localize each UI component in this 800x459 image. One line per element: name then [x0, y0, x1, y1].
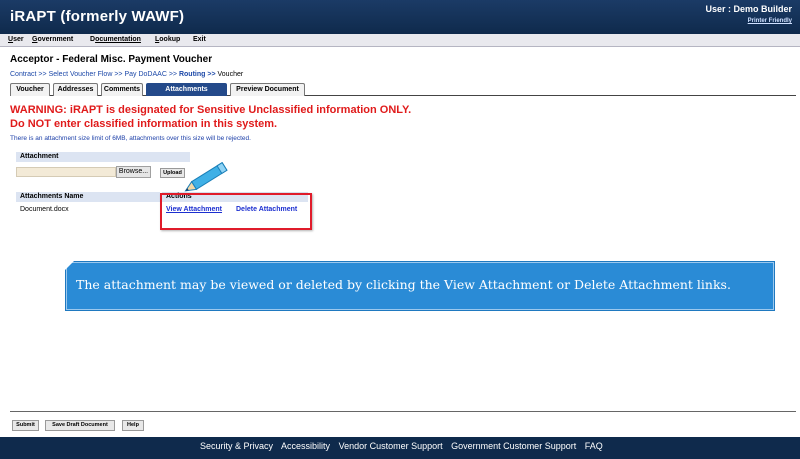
callout-text: The attachment may be viewed or deleted … [76, 277, 731, 292]
tutorial-callout: The attachment may be viewed or deleted … [65, 261, 775, 311]
browse-button[interactable]: Browse... [116, 166, 151, 178]
warning-classified: Do NOT enter classified information in t… [10, 118, 278, 130]
footer-link-vendor-support[interactable]: Vendor Customer Support [339, 441, 443, 451]
breadcrumb-contract[interactable]: Contract [10, 71, 36, 78]
page-title: Acceptor - Federal Misc. Payment Voucher [10, 54, 213, 65]
menu-lookup[interactable]: Lookup [155, 36, 180, 43]
menu-documentation[interactable]: Documentation [90, 36, 141, 43]
breadcrumb-voucher: Voucher [217, 71, 244, 78]
pencil-icon [184, 162, 228, 192]
callout-corner [65, 261, 74, 270]
footer-link-accessibility[interactable]: Accessibility [281, 441, 330, 451]
footer-link-government-support[interactable]: Government Customer Support [451, 441, 576, 451]
tab-voucher[interactable]: Voucher [10, 83, 50, 96]
size-limit-note: There is an attachment size limit of 6MB… [10, 135, 251, 142]
footer-link-faq[interactable]: FAQ [585, 441, 603, 451]
attachment-section-header: Attachment [16, 152, 190, 162]
breadcrumb: Contract >> Select Voucher Flow >> Pay D… [10, 71, 243, 78]
save-draft-button[interactable]: Save Draft Document [45, 420, 115, 431]
app-header: iRAPT (formerly WAWF) User : Demo Builde… [0, 0, 800, 34]
tab-preview-document[interactable]: Preview Document [230, 83, 305, 96]
printer-friendly-link[interactable]: Printer Friendly [748, 18, 792, 24]
menu-exit[interactable]: Exit [193, 36, 206, 43]
breadcrumb-separator: >> [207, 71, 216, 78]
breadcrumb-pay-dodaac[interactable]: Pay DoDAAC [124, 71, 166, 78]
footer-link-security-privacy[interactable]: Security & Privacy [200, 441, 273, 451]
column-header-name: Attachments Name [16, 192, 160, 202]
warning-sensitive: WARNING: iRAPT is designated for Sensiti… [10, 104, 412, 116]
tab-bar: Voucher Addresses Comments Attachments P… [10, 81, 796, 96]
actions-highlight-box [160, 193, 312, 230]
tab-addresses[interactable]: Addresses [53, 83, 98, 96]
breadcrumb-separator: >> [114, 71, 123, 78]
breadcrumb-select-voucher-flow[interactable]: Select Voucher Flow [49, 71, 113, 78]
breadcrumb-separator: >> [168, 71, 178, 78]
menu-bar: User Government Documentation Lookup Exi… [0, 34, 800, 47]
submit-button[interactable]: Submit [12, 420, 39, 431]
breadcrumb-separator: >> [38, 71, 47, 78]
user-label: User : Demo Builder [705, 4, 792, 14]
footer-links: Security & Privacy Accessibility Vendor … [200, 441, 609, 451]
page-footer: Security & Privacy Accessibility Vendor … [0, 437, 800, 459]
app-title: iRAPT (formerly WAWF) [10, 8, 185, 25]
attachment-file-name: Document.docx [20, 206, 69, 213]
tab-attachments[interactable]: Attachments [146, 83, 227, 96]
bottom-divider [10, 411, 796, 412]
menu-government[interactable]: Government [32, 36, 73, 43]
menu-user[interactable]: User [8, 36, 24, 43]
file-path-input[interactable] [16, 167, 116, 177]
tab-comments[interactable]: Comments [101, 83, 143, 96]
help-button[interactable]: Help [122, 420, 144, 431]
breadcrumb-routing[interactable]: Routing [179, 71, 205, 78]
